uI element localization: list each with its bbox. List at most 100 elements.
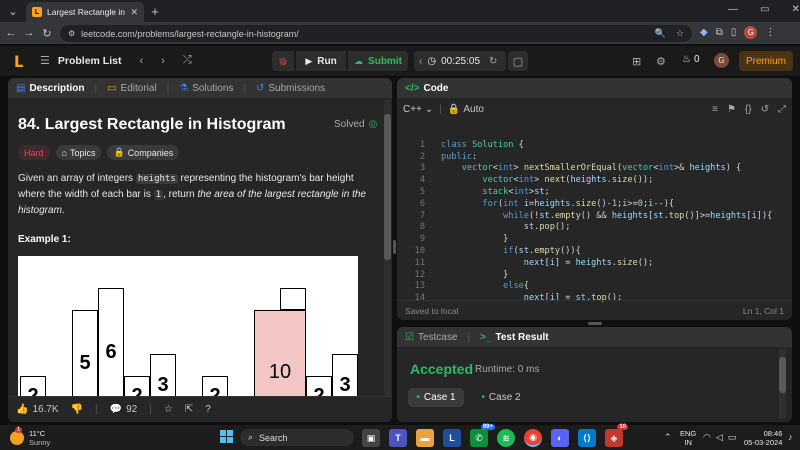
- taskbar-search[interactable]: ⌕ Search: [240, 429, 354, 446]
- tab-code[interactable]: </> Code: [405, 83, 448, 94]
- run-button[interactable]: ▶ Run: [296, 51, 346, 71]
- menu-lines-icon[interactable]: ≡: [712, 104, 718, 115]
- extension-icon[interactable]: ◆: [700, 27, 708, 38]
- topics-button[interactable]: ⌂ Topics: [55, 145, 102, 160]
- braces-icon[interactable]: {}: [745, 104, 752, 115]
- submit-button[interactable]: ☁ Submit: [348, 51, 408, 71]
- windows-start-icon[interactable]: [220, 430, 233, 443]
- tab-submissions[interactable]: ↺ Submissions: [256, 83, 325, 94]
- tray-overflow-icon[interactable]: ⌃: [664, 432, 672, 443]
- favorite-star-icon[interactable]: ☆: [164, 404, 173, 415]
- companies-button[interactable]: 🔒 Companies: [107, 145, 180, 160]
- file-explorer-icon[interactable]: ▬: [416, 429, 434, 447]
- problem-description: Given an array of integers heights repre…: [18, 173, 366, 216]
- cursor-position: Ln 1, Col 1: [742, 305, 784, 316]
- share-icon[interactable]: ⇱: [185, 404, 193, 415]
- scrollbar-thumb[interactable]: [779, 357, 786, 393]
- bookmark-star-icon[interactable]: ☆: [676, 28, 684, 39]
- tab-description[interactable]: ▤ Description: [16, 83, 84, 94]
- premium-button[interactable]: Premium: [739, 51, 793, 71]
- streak-counter[interactable]: ♨ 0: [682, 54, 700, 65]
- vscode-icon[interactable]: ⟨⟩: [578, 429, 596, 447]
- description-scrollbar[interactable]: [384, 100, 391, 396]
- extensions-puzzle-icon[interactable]: ⧉: [716, 27, 723, 38]
- clock[interactable]: 08:46 05-03-2024: [744, 429, 782, 447]
- case-2-button[interactable]: • Case 2: [473, 388, 529, 407]
- auto-mode-toggle[interactable]: 🔒 Auto: [448, 104, 484, 115]
- browser-tab[interactable]: L Largest Rectangle in Histogram ✕: [26, 2, 144, 22]
- zoom-icon[interactable]: 🔍: [655, 28, 666, 39]
- browser-tab-strip: ⌄ L Largest Rectangle in Histogram ✕ + —…: [0, 0, 800, 22]
- problem-title: 84. Largest Rectangle in Histogram: [18, 116, 286, 133]
- code-editor[interactable]: 1 class Solution {2 public: 3 vector<int> n…: [403, 128, 773, 320]
- discord-icon[interactable]: ◐: [551, 429, 569, 447]
- shuffle-icon[interactable]: ⤮: [183, 54, 192, 67]
- maximize-icon[interactable]: ▭: [760, 4, 769, 15]
- collapse-timer-icon[interactable]: ‹: [419, 56, 422, 67]
- layout-icon[interactable]: ⊞: [632, 55, 641, 68]
- problem-list-link[interactable]: Problem List: [58, 55, 122, 67]
- weather-widget[interactable]: 1 11°C Sunny: [10, 427, 50, 447]
- language-indicator[interactable]: ENG IN: [680, 429, 696, 447]
- debug-icon[interactable]: 🐞: [272, 51, 294, 71]
- test-panel-tabs: ☑ Testcase | >_ Test Result: [397, 327, 792, 347]
- histogram-figure: 215623211023: [18, 256, 358, 396]
- lichess-app-icon[interactable]: L: [443, 429, 461, 447]
- editor-splitter-handle[interactable]: [588, 322, 602, 325]
- tab-editorial[interactable]: ▭ Editorial: [107, 83, 157, 94]
- language-select[interactable]: C++ ⌄: [403, 104, 433, 115]
- timer[interactable]: ‹ ◷ 00:25:05 ↻: [414, 51, 506, 71]
- volume-icon[interactable]: ◁: [716, 432, 723, 443]
- leetcode-header: ᒪ ☰ Problem List ‹ › ⤮ 🐞 ▶ Run ☁ Submit …: [0, 46, 800, 76]
- next-problem-icon[interactable]: ›: [161, 55, 165, 67]
- histogram-highlight-area: 10: [254, 310, 306, 396]
- help-icon[interactable]: ?: [205, 404, 211, 415]
- battery-icon[interactable]: ▭: [728, 432, 737, 443]
- reload-icon[interactable]: ↻: [38, 24, 56, 42]
- wifi-icon[interactable]: ◠: [703, 432, 711, 443]
- forward-icon[interactable]: →: [20, 24, 38, 42]
- task-view-icon[interactable]: ▣: [362, 429, 380, 447]
- chrome-icon[interactable]: ◉: [524, 429, 542, 447]
- bookmark-icon[interactable]: ⚑: [727, 104, 736, 115]
- prev-problem-icon[interactable]: ‹: [139, 55, 143, 67]
- back-icon[interactable]: ←: [2, 24, 20, 42]
- tab-solutions[interactable]: ⚗ Solutions: [179, 83, 233, 94]
- notes-icon[interactable]: ▢: [508, 51, 528, 71]
- panel-splitter-handle[interactable]: [393, 240, 396, 254]
- tab-search-icon[interactable]: ⌄: [4, 2, 22, 20]
- case-1-button[interactable]: • Case 1: [408, 388, 464, 407]
- site-info-icon[interactable]: ⚙: [68, 29, 75, 38]
- notification-bell-icon[interactable]: ♪: [788, 432, 793, 442]
- minimize-icon[interactable]: —: [728, 4, 738, 15]
- spotify-icon[interactable]: ≋: [497, 429, 515, 447]
- profile-avatar[interactable]: G: [744, 26, 758, 39]
- reset-timer-icon[interactable]: ↻: [489, 56, 497, 67]
- whatsapp-icon[interactable]: ✆ 99+: [470, 424, 495, 447]
- dislike-button[interactable]: 👎: [71, 404, 83, 415]
- close-window-icon[interactable]: ✕: [791, 4, 799, 15]
- leetcode-logo-icon[interactable]: ᒪ: [14, 53, 28, 71]
- sidepanel-icon[interactable]: ▯: [731, 27, 737, 38]
- app-icon[interactable]: ◈ 10: [605, 424, 628, 447]
- cloud-upload-icon: ☁: [354, 55, 364, 66]
- settings-gear-icon[interactable]: ⚙: [656, 55, 666, 68]
- new-tab-button[interactable]: +: [146, 2, 164, 20]
- leetcode-favicon-icon: L: [32, 7, 42, 17]
- teams-icon[interactable]: T: [389, 429, 407, 447]
- like-button[interactable]: 👍 16.7K: [16, 404, 59, 415]
- terminal-icon: >_: [480, 331, 492, 343]
- browser-menu-icon[interactable]: ⋮: [765, 27, 775, 38]
- comments-button[interactable]: 💬 92: [110, 404, 138, 415]
- play-icon: ▶: [305, 55, 313, 66]
- histogram-bar-label: 2: [313, 385, 325, 396]
- tab-testcase[interactable]: ☑ Testcase: [405, 332, 457, 343]
- close-tab-icon[interactable]: ✕: [130, 7, 138, 18]
- address-bar[interactable]: ⚙ leetcode.com/problems/largest-rectangl…: [60, 25, 692, 42]
- scrollbar-thumb[interactable]: [384, 114, 391, 260]
- fullscreen-icon[interactable]: ⤢: [778, 104, 786, 115]
- reset-code-icon[interactable]: ↺: [761, 104, 769, 115]
- user-avatar[interactable]: G: [714, 53, 729, 68]
- tab-test-result[interactable]: >_ Test Result: [480, 332, 549, 343]
- result-scrollbar[interactable]: [779, 349, 786, 419]
